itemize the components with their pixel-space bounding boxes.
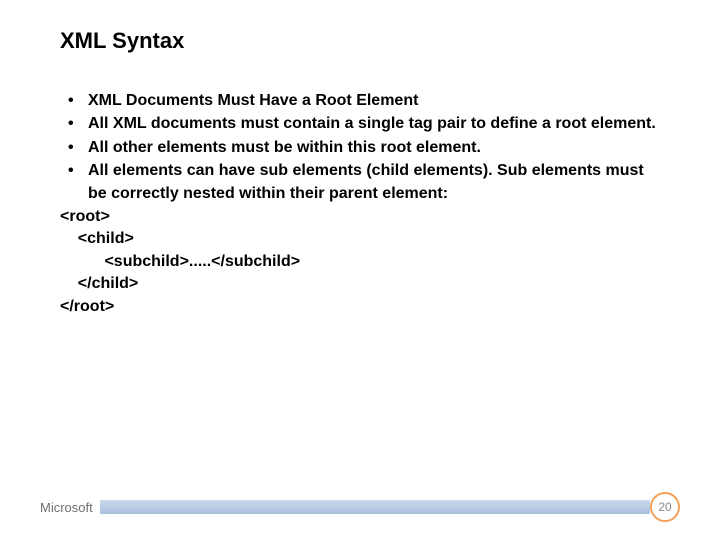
slide: XML Syntax XML Documents Must Have a Roo… [0,0,720,540]
bullet-item: All other elements must be within this r… [60,137,660,159]
bullet-list: XML Documents Must Have a Root Element A… [60,90,660,205]
brand-label: Microsoft [40,500,93,515]
bullet-item: All elements can have sub elements (chil… [60,160,660,205]
page-number-badge: 20 [650,492,680,522]
bullet-item: All XML documents must contain a single … [60,113,660,135]
page-number: 20 [658,500,671,514]
bullet-item: XML Documents Must Have a Root Element [60,90,660,112]
slide-content: XML Documents Must Have a Root Element A… [60,90,660,318]
slide-title: XML Syntax [60,28,660,54]
code-example: <root> <child> <subchild>.....</subchild… [60,206,660,318]
slide-footer: Microsoft 20 [40,492,680,522]
